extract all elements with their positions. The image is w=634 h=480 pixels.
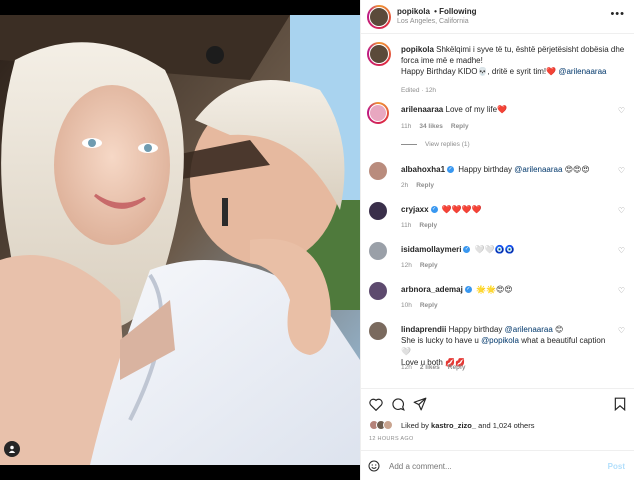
comment-row: lindaprendii Happy birthday @arilenaaraa… <box>367 320 629 380</box>
instagram-post-modal: popikola • Following Los Angeles, Califo… <box>0 0 634 480</box>
comment-meta: 2h Reply <box>401 182 434 189</box>
comment-row: albahoxha1 ✓ Happy birthday @arilenaaraa … <box>367 160 629 196</box>
comment-like-heart-icon[interactable]: ♡ <box>618 206 625 215</box>
verified-badge-icon: ✓ <box>447 166 455 174</box>
verified-badge-icon: ✓ <box>430 206 438 214</box>
comment-like-heart-icon[interactable]: ♡ <box>618 246 625 255</box>
comment-avatar[interactable] <box>369 202 387 220</box>
author-avatar[interactable] <box>367 5 391 29</box>
comment-avatar[interactable] <box>369 322 387 340</box>
comment-meta: 12h 2 likes Reply <box>401 364 466 371</box>
more-options-icon[interactable]: ••• <box>610 8 625 20</box>
comment-like-heart-icon[interactable]: ♡ <box>618 326 625 335</box>
comment-avatar[interactable] <box>367 102 389 124</box>
comment-avatar[interactable] <box>369 282 387 300</box>
view-replies-link[interactable]: View replies (1) <box>401 141 470 148</box>
verified-badge-icon: ✓ <box>463 246 471 254</box>
post-caption: popikola Shkëlqimi i syve të tu, është p… <box>367 40 629 100</box>
comment-icon[interactable] <box>389 395 407 413</box>
comment-meta: 11h Reply <box>401 222 438 229</box>
liked-by-user[interactable]: kastro_zizo_ <box>431 421 476 430</box>
post-timestamp[interactable]: 12 HOURS AGO <box>369 436 414 442</box>
comment-avatar[interactable] <box>369 162 387 180</box>
comment-like-heart-icon[interactable]: ♡ <box>618 166 625 175</box>
post-actions: Liked by kastro_zizo_ and 1,024 others 1… <box>361 388 634 448</box>
post-sidebar: popikola • Following Los Angeles, Califo… <box>360 0 634 480</box>
photo-illustration <box>0 0 360 480</box>
post-header: popikola • Following Los Angeles, Califo… <box>361 0 634 34</box>
emoji-icon[interactable] <box>367 459 381 473</box>
caption-mention[interactable]: @arilenaaraa <box>558 67 606 76</box>
comment-avatar[interactable] <box>369 242 387 260</box>
comment-meta: 12h Reply <box>401 262 438 269</box>
comment-row: arbnora_ademaj ✓ 🌟🌟😍😍 10h Reply ♡ <box>367 280 629 316</box>
caption-author-avatar[interactable] <box>367 42 391 66</box>
bookmark-icon[interactable] <box>611 395 629 413</box>
share-icon[interactable] <box>411 395 429 413</box>
comment-row: cryjaxx ✓ ❤️❤️❤️❤️ 11h Reply ♡ <box>367 200 629 236</box>
liked-by-avatars[interactable] <box>369 420 399 432</box>
comment-text: arbnora_ademaj ✓ 🌟🌟😍😍 <box>401 285 513 294</box>
likes-count[interactable]: and 1,024 others <box>478 421 534 430</box>
comment-text: isidamollaymeri ✓ 🤍🤍🧿🧿 <box>401 245 515 254</box>
add-comment-bar: Post <box>361 450 634 480</box>
comment-like-heart-icon[interactable]: ♡ <box>618 106 625 115</box>
heart-icon[interactable] <box>367 395 385 413</box>
comment-text: albahoxha1 ✓ Happy birthday @arilenaaraa … <box>401 165 590 174</box>
comment-text: lindaprendii Happy birthday @arilenaaraa… <box>401 325 606 367</box>
follow-status[interactable]: • Following <box>434 7 476 16</box>
post-photo[interactable] <box>0 0 360 480</box>
comment-text: arilenaaraa Love of my life❤️ <box>401 105 508 114</box>
caption-text: popikola Shkëlqimi i syve të tu, është p… <box>401 45 625 76</box>
verified-badge-icon: ✓ <box>464 286 472 294</box>
author-username[interactable]: popikola <box>397 7 430 16</box>
comment-row: arilenaaraa Love of my life❤️ 11h 34 like… <box>367 100 629 152</box>
user-tag-icon[interactable] <box>4 441 20 457</box>
comments-list: popikola Shkëlqimi i syve të tu, është p… <box>361 36 634 386</box>
comment-row: isidamollaymeri ✓ 🤍🤍🧿🧿 12h Reply ♡ <box>367 240 629 276</box>
add-comment-input[interactable] <box>389 458 589 474</box>
comment-text: cryjaxx ✓ ❤️❤️❤️❤️ <box>401 205 482 214</box>
comment-meta: 11h 34 likes Reply <box>401 123 469 130</box>
comment-like-heart-icon[interactable]: ♡ <box>618 286 625 295</box>
comment-meta: 10h Reply <box>401 302 438 309</box>
caption-meta: Edited · 12h <box>401 87 437 94</box>
post-comment-button[interactable]: Post <box>608 462 625 471</box>
likes-summary: Liked by kastro_zizo_ and 1,024 others <box>401 421 535 430</box>
post-location[interactable]: Los Angeles, California <box>397 18 469 25</box>
